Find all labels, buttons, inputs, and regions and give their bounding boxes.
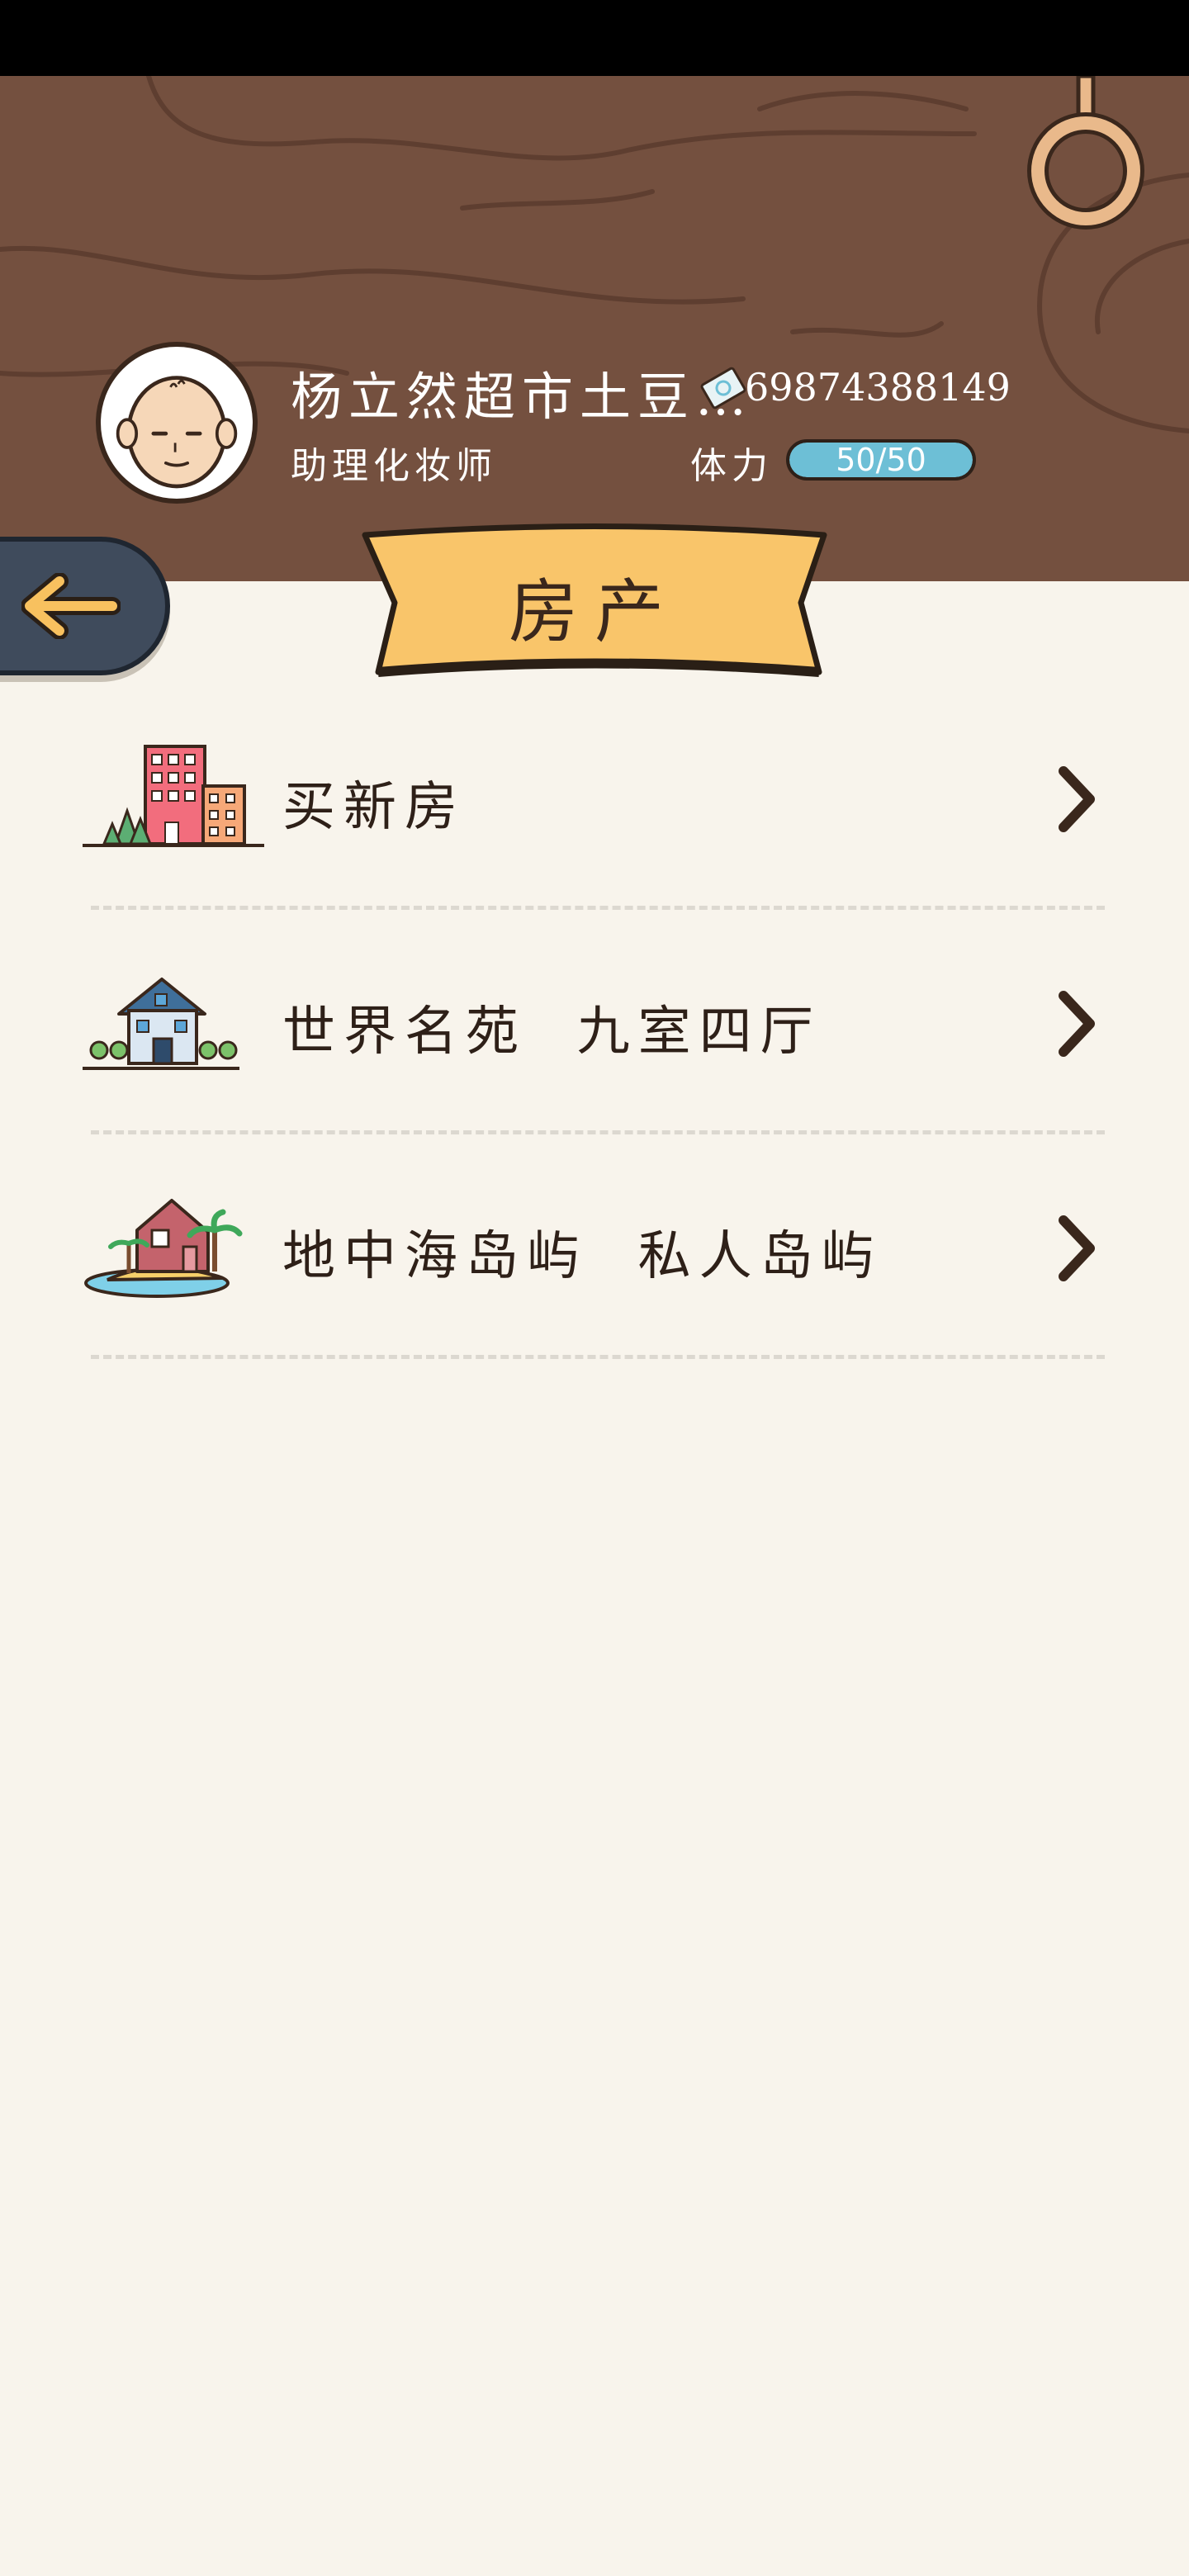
- villa-house-icon: [83, 978, 239, 1070]
- item-label: 买新房: [282, 777, 466, 838]
- chevron-right-icon: [1059, 991, 1095, 1057]
- wood-grain-decoration: [0, 76, 1189, 433]
- hanging-ring-icon: [1027, 76, 1144, 230]
- item-label: 地中海岛屿 私人岛屿: [282, 1226, 883, 1287]
- player-avatar[interactable]: [96, 342, 258, 504]
- chevron-right-icon: [1059, 1215, 1095, 1281]
- profile-header: [0, 76, 1189, 581]
- stamina-bar: 50/50: [786, 439, 976, 481]
- chevron-right-icon: [1059, 766, 1095, 832]
- money-note-icon: [700, 367, 746, 410]
- status-bar: [0, 0, 1189, 76]
- title-banner: 房产: [355, 523, 834, 685]
- list-item-mediterranean-island[interactable]: 地中海岛屿 私人岛屿: [83, 1134, 1106, 1359]
- job-title: 助理化妆师: [291, 445, 497, 487]
- property-list: 买新房 世界名苑 九室四厅 地中海岛屿 私人岛屿: [0, 685, 1189, 2576]
- island-house-icon: [84, 1199, 243, 1298]
- stamina-label: 体力: [690, 445, 773, 487]
- list-item-buy-new-house[interactable]: 买新房: [83, 685, 1106, 910]
- dashed-divider: [91, 1355, 1105, 1359]
- money-value: 69874388149: [745, 365, 1011, 410]
- back-button[interactable]: [0, 537, 170, 675]
- face-icon: [116, 376, 238, 489]
- back-arrow-icon: [21, 573, 121, 639]
- stamina-value: 50/50: [836, 442, 926, 478]
- list-item-world-villa[interactable]: 世界名苑 九室四厅: [83, 910, 1106, 1134]
- page-title: 房产: [508, 571, 680, 652]
- item-label: 世界名苑 九室四厅: [282, 1002, 822, 1063]
- player-name: 杨立然超市土豆…: [291, 367, 754, 427]
- apartment-building-icon: [83, 745, 264, 847]
